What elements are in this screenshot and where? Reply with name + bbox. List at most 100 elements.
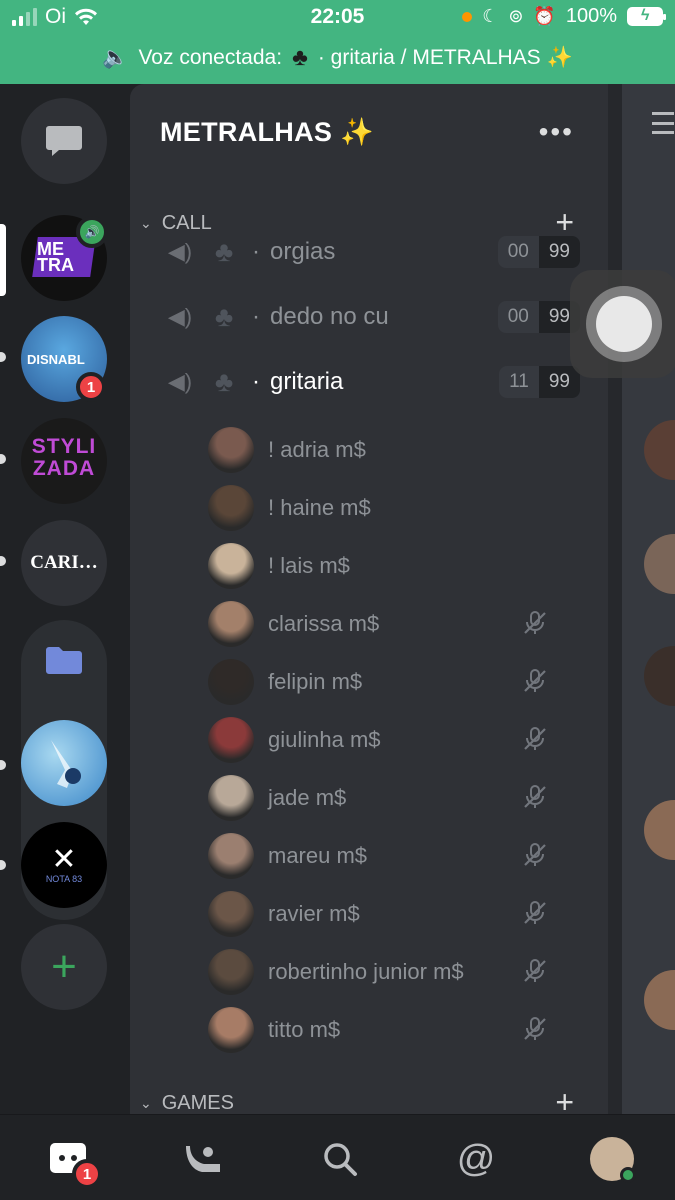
online-status-icon — [620, 1167, 636, 1183]
panel-divider — [608, 84, 622, 1114]
channel-panel: METRALHAS ✨ ••• ⌄ CALL + ◀) ♣ · orgias 0… — [130, 84, 608, 1114]
club-icon: ♣ — [214, 301, 234, 332]
server-blue[interactable] — [21, 720, 107, 806]
mention-badge: 1 — [76, 372, 106, 402]
nav-search-button[interactable] — [318, 1137, 362, 1181]
mic-muted-icon — [524, 959, 546, 982]
unread-dot — [0, 352, 6, 362]
voice-user-row[interactable]: felipin m$ — [208, 658, 578, 706]
avatar — [208, 717, 254, 763]
channel-name: orgias — [270, 238, 336, 265]
avatar — [208, 833, 254, 879]
server-stylizada[interactable]: STYLI ZADA — [21, 418, 107, 504]
avatar — [208, 659, 254, 705]
club-icon: ♣ — [214, 366, 234, 397]
chevron-down-icon: ⌄ — [140, 214, 152, 231]
channel-prefix: · — [252, 303, 260, 330]
avatar — [208, 485, 254, 531]
voice-user-name: giulinha m$ — [268, 727, 381, 752]
voice-channel-dedo-no-cu[interactable]: ◀) ♣ · dedo no cu 00 99 — [160, 294, 580, 340]
status-bar: Oi 22:05 ☾ ⊚ ⏰ 100% ϟ 🔈 Voz conectada: ♣… — [0, 0, 675, 84]
voice-user-row[interactable]: mareu m$ — [208, 832, 578, 880]
avatar — [208, 427, 254, 473]
chevron-down-icon: ⌄ — [140, 1094, 152, 1111]
avatar — [208, 775, 254, 821]
voice-user-row[interactable]: clarissa m$ — [208, 600, 578, 648]
voice-user-row[interactable]: ravier m$ — [208, 890, 578, 938]
nav-home-button[interactable]: 1 — [46, 1137, 102, 1189]
moon-icon: ☾ — [482, 6, 499, 26]
user-limit: 11 99 — [499, 366, 580, 398]
voice-user-row[interactable]: ! adria m$ — [208, 426, 578, 474]
add-channel-button[interactable]: + — [555, 1084, 574, 1114]
mic-muted-icon — [524, 727, 546, 750]
server-rail: ME TRA 🔊 DISNABL 1 STYLI ZADA CARI… ✕ NOTA… — [0, 84, 130, 1114]
avatar — [208, 1007, 254, 1053]
mic-muted-icon — [524, 843, 546, 866]
voice-user-row[interactable]: giulinha m$ — [208, 716, 578, 764]
unread-dot — [0, 760, 6, 770]
server-cari[interactable]: CARI… — [21, 520, 107, 606]
mic-muted-icon — [524, 901, 546, 924]
mic-muted-icon — [524, 669, 546, 692]
voice-prefix: Voz conectada: — [138, 46, 283, 69]
voice-user-name: mareu m$ — [268, 843, 368, 868]
hamburger-icon[interactable] — [652, 112, 674, 134]
voice-user-row[interactable]: titto m$ — [208, 1006, 578, 1054]
category-label: GAMES — [161, 1091, 234, 1114]
club-icon: ♣ — [214, 236, 234, 267]
user-limit: 00 99 — [497, 301, 580, 333]
avatar — [208, 601, 254, 647]
assistive-touch-button[interactable] — [570, 270, 675, 378]
voice-channel-orgias[interactable]: ◀) ♣ · orgias 00 99 — [160, 229, 580, 275]
bottom-nav: 1 @ — [0, 1114, 675, 1200]
mic-muted-icon — [524, 785, 546, 808]
unread-dot — [0, 860, 6, 870]
avatar — [590, 1137, 636, 1183]
voice-connected-banner[interactable]: 🔈 Voz conectada: ♣ · gritaria / METRALHA… — [0, 44, 675, 72]
voice-user-name: ravier m$ — [268, 901, 360, 926]
nav-friends-button[interactable] — [182, 1137, 226, 1181]
voice-user-row[interactable]: ! lais m$ — [208, 542, 578, 590]
server-menu-button[interactable]: ••• — [539, 116, 574, 148]
voice-user-row[interactable]: robertinho junior m$ — [208, 948, 578, 996]
nav-home-badge: 1 — [72, 1159, 102, 1189]
nav-mentions-button[interactable]: @ — [454, 1137, 498, 1181]
server-cari-label: CARI… — [30, 552, 98, 573]
category-games[interactable]: ⌄ GAMES + — [140, 1084, 598, 1114]
server-title[interactable]: METRALHAS ✨ — [160, 116, 374, 148]
battery-percent: 100% — [565, 5, 617, 27]
friends-wave-icon — [186, 1146, 220, 1172]
channel-prefix: · — [252, 368, 260, 395]
unread-dot — [0, 454, 6, 464]
voice-user-name: robertinho junior m$ — [268, 959, 464, 984]
voice-channel-gritaria[interactable]: ◀) ♣ · gritaria 11 99 — [160, 359, 580, 405]
battery-icon: ϟ — [627, 7, 666, 26]
club-emoji: ♣ — [292, 44, 308, 71]
voice-user-row[interactable]: ! haine m$ — [208, 484, 578, 532]
speaker-lock-icon: ◀) — [167, 304, 193, 329]
mic-muted-icon — [524, 611, 546, 634]
speaker-icon: 🔈 — [102, 46, 129, 69]
voice-user-name: ! lais m$ — [268, 553, 350, 578]
channel-name: dedo no cu — [270, 303, 389, 330]
mic-muted-icon — [524, 1017, 546, 1040]
dm-home-button[interactable] — [21, 98, 107, 184]
user-limit: 00 99 — [497, 236, 580, 268]
chat-bubble-icon — [46, 126, 82, 156]
voice-user-name: titto m$ — [268, 1017, 341, 1042]
channel-prefix: · — [252, 238, 260, 265]
add-server-button[interactable]: + — [21, 924, 107, 1010]
voice-user-name: felipin m$ — [268, 669, 363, 694]
server-nota83[interactable]: ✕ NOTA 83 — [21, 822, 107, 908]
voice-user-name: clarissa m$ — [268, 611, 380, 636]
voice-user-row[interactable]: jade m$ — [208, 774, 578, 822]
speaking-indicator-icon: 🔊 — [76, 216, 108, 248]
voice-user-name: ! adria m$ — [268, 437, 366, 462]
nav-profile-button[interactable] — [590, 1137, 636, 1183]
avatar — [208, 543, 254, 589]
voice-user-name: ! haine m$ — [268, 495, 371, 520]
app-root: Oi 22:05 ☾ ⊚ ⏰ 100% ϟ 🔈 Voz conectada: ♣… — [0, 0, 675, 1200]
alarm-icon: ⏰ — [533, 6, 556, 26]
folder-icon[interactable] — [44, 644, 84, 676]
